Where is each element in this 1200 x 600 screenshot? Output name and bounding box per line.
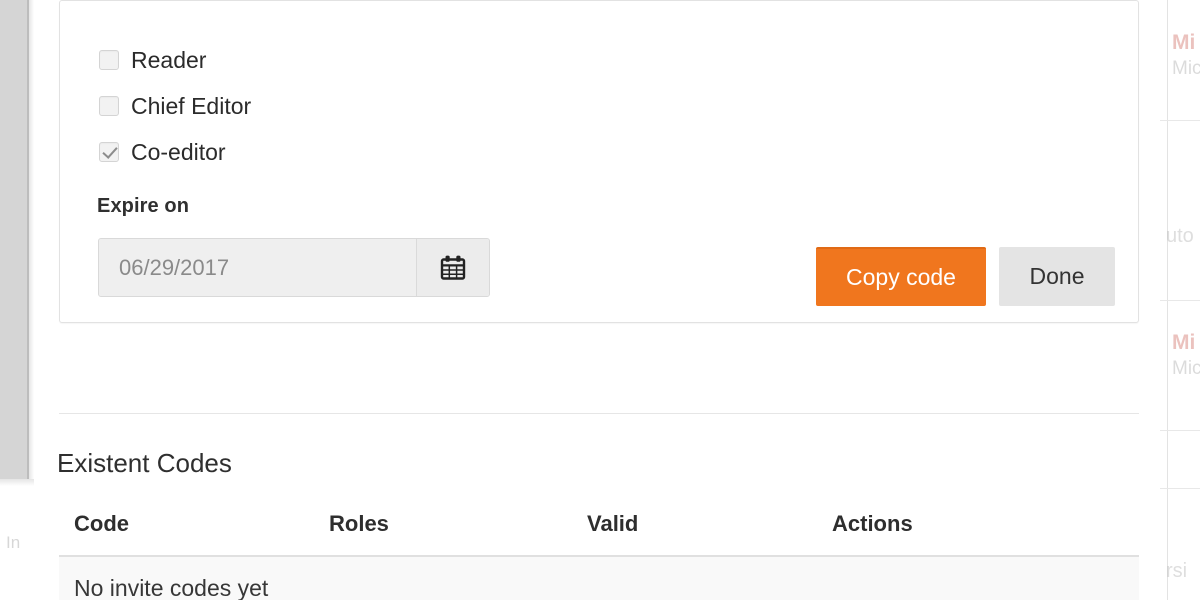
background-item-title: Mi xyxy=(1172,331,1196,354)
role-option-co-editor[interactable]: Co-editor xyxy=(99,137,226,167)
background-rule xyxy=(1160,488,1200,489)
existent-codes-table: Code Roles Valid Actions No invite codes… xyxy=(59,505,1139,600)
expire-date-input-group xyxy=(98,238,490,297)
table-header-row: Code Roles Valid Actions xyxy=(59,505,1139,557)
table-row: No invite codes yet xyxy=(59,556,1139,600)
background-rule xyxy=(1160,430,1200,431)
card-actions: Copy code Done xyxy=(816,247,1115,306)
background-list-item: Mi Mic xyxy=(1172,330,1200,382)
expire-date-input[interactable] xyxy=(99,239,416,296)
role-label-co-editor: Co-editor xyxy=(131,139,226,165)
background-list-item: Mi Mic xyxy=(1172,30,1200,82)
checkbox-co-editor[interactable] xyxy=(99,142,119,162)
background-item-title: Mi xyxy=(1172,31,1196,54)
background-rule xyxy=(1160,300,1200,301)
checkbox-chief-editor[interactable] xyxy=(99,96,119,116)
screenshot-root: Mi Mic uto Mi Mic rsi In 716331A0 Reader xyxy=(0,0,1200,600)
checkbox-reader[interactable] xyxy=(99,50,119,70)
column-header-actions: Actions xyxy=(817,505,1139,557)
column-header-code: Code xyxy=(59,505,314,557)
calendar-icon-button[interactable] xyxy=(416,239,489,296)
existent-codes-title: Existent Codes xyxy=(57,448,232,478)
role-option-reader[interactable]: Reader xyxy=(99,45,206,75)
background-text-fragment: uto xyxy=(1166,225,1194,247)
role-option-chief-editor[interactable]: Chief Editor xyxy=(99,91,251,121)
background-rule xyxy=(1160,120,1200,121)
expire-on-label: Expire on xyxy=(97,195,190,217)
column-header-valid: Valid xyxy=(572,505,817,557)
background-item-subtitle: Mic xyxy=(1172,358,1200,379)
column-header-roles: Roles xyxy=(314,505,572,557)
role-label-chief-editor: Chief Editor xyxy=(131,93,252,119)
invite-code-modal: 716331A0 Reader Chief Editor Co-editor E… xyxy=(34,0,1160,600)
calendar-icon xyxy=(438,253,468,283)
backdrop-gutter-bottom-shadow xyxy=(0,479,34,486)
done-button[interactable]: Done xyxy=(999,247,1115,306)
background-left-fragment: In xyxy=(6,533,21,552)
invite-code-card: Reader Chief Editor Co-editor Expire on xyxy=(59,0,1139,323)
background-text-fragment: rsi xyxy=(1166,560,1188,582)
role-label-reader: Reader xyxy=(131,47,207,73)
empty-state-message: No invite codes yet xyxy=(59,556,1139,600)
background-item-subtitle: Mic xyxy=(1172,58,1200,79)
section-divider xyxy=(59,413,1139,414)
copy-code-button[interactable]: Copy code xyxy=(816,247,986,306)
backdrop-gutter xyxy=(0,0,27,479)
